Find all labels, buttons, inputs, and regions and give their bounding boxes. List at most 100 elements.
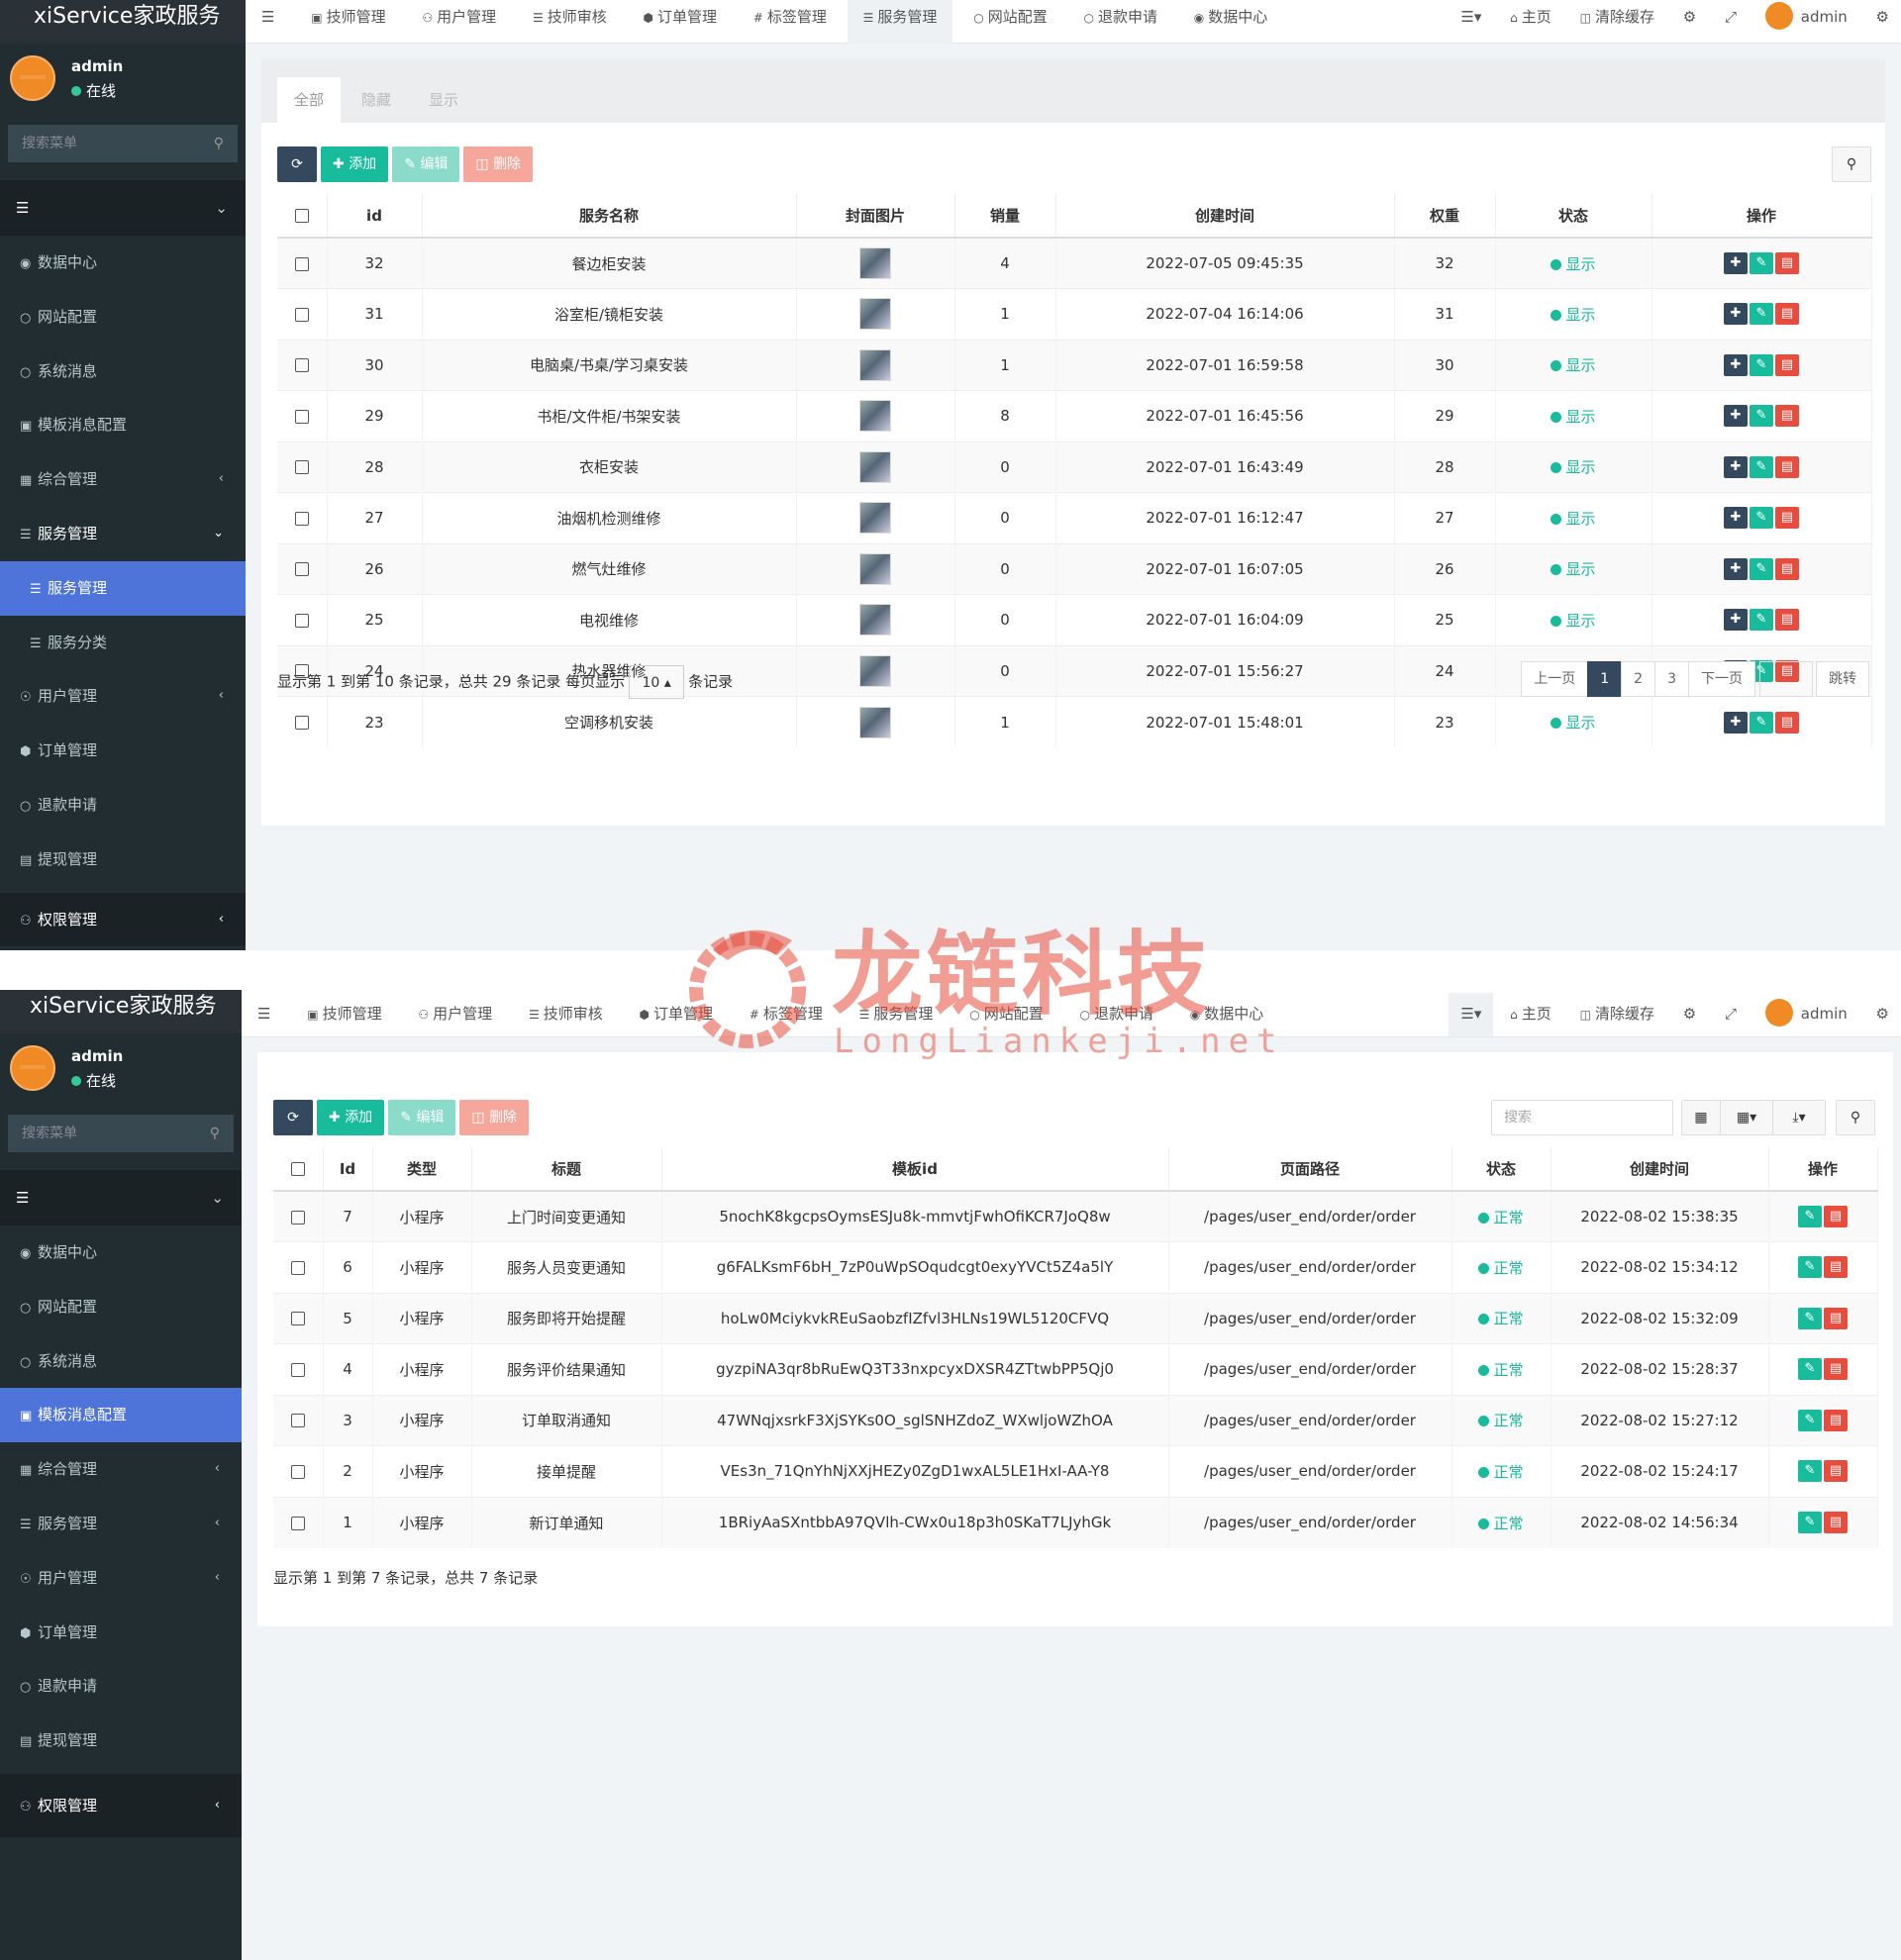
settings-button[interactable]: ⚙ bbox=[1864, 0, 1901, 44]
fullscreen-button[interactable]: ⤢ bbox=[1713, 0, 1749, 44]
status-badge[interactable]: 显示 bbox=[1551, 714, 1595, 732]
edit-row-button[interactable]: ✎ bbox=[1750, 303, 1773, 326]
sidebar-item-refunds[interactable]: ○ 退款申请 bbox=[0, 778, 246, 833]
edit-row-button[interactable]: ✎ bbox=[1750, 405, 1773, 428]
home-link[interactable]: ⌂ 主页 bbox=[1498, 993, 1563, 1036]
jump-button[interactable]: 跳转 bbox=[1816, 661, 1869, 697]
page-size-select[interactable]: 10 ▴ bbox=[629, 665, 685, 699]
sidebar-item-site-config[interactable]: ○ 网站配置 bbox=[0, 290, 246, 344]
toggle-view-button[interactable]: ▦ bbox=[1681, 1100, 1721, 1135]
sidebar-item-site-config[interactable]: ○ 网站配置 bbox=[0, 1280, 242, 1334]
row-checkbox[interactable] bbox=[277, 696, 328, 747]
row-checkbox[interactable] bbox=[277, 237, 328, 289]
status-badge[interactable]: 正常 bbox=[1478, 1412, 1523, 1429]
status-badge[interactable]: 显示 bbox=[1551, 255, 1595, 273]
edit-row-button[interactable]: ✎ bbox=[1798, 1409, 1822, 1431]
jump-page-input[interactable] bbox=[1759, 661, 1813, 697]
delete-row-button[interactable]: ▤ bbox=[1775, 711, 1799, 734]
row-checkbox[interactable] bbox=[273, 1190, 324, 1242]
nav-dropdown[interactable]: ☰▾ bbox=[1449, 0, 1493, 44]
sidebar-item-permissions[interactable]: ⚇ 权限管理 ‹ bbox=[0, 892, 246, 947]
edit-row-button[interactable]: ✎ bbox=[1750, 609, 1773, 632]
add-button[interactable]: ✚ 添加 bbox=[321, 147, 389, 182]
column-header[interactable]: 页面路径 bbox=[1168, 1147, 1452, 1192]
column-header[interactable]: 操作 bbox=[1768, 1147, 1878, 1192]
row-checkbox[interactable] bbox=[277, 594, 328, 645]
column-header[interactable]: 状态 bbox=[1451, 1147, 1551, 1192]
row-checkbox[interactable] bbox=[277, 441, 328, 493]
sidebar-item-permissions[interactable]: ⚇ 权限管理 ‹ bbox=[0, 1773, 242, 1837]
status-badge[interactable]: 正常 bbox=[1478, 1259, 1523, 1277]
edit-row-button[interactable]: ✎ bbox=[1750, 252, 1773, 274]
move-button[interactable]: ✚ bbox=[1724, 353, 1748, 376]
row-checkbox[interactable] bbox=[273, 1292, 324, 1344]
tab-technicians[interactable]: ▣ 技师管理 bbox=[291, 993, 397, 1036]
tab-site-config[interactable]: ○ 网站配置 bbox=[957, 0, 1063, 44]
move-button[interactable]: ✚ bbox=[1724, 507, 1748, 530]
row-checkbox[interactable] bbox=[273, 1496, 324, 1548]
brand-title[interactable]: xiService家政服务 bbox=[0, 990, 242, 1033]
column-header[interactable]: Id bbox=[323, 1147, 373, 1192]
tab-visible[interactable]: 显示 bbox=[412, 77, 475, 123]
column-header[interactable]: 创建时间 bbox=[1055, 194, 1395, 239]
sidebar-item-service-group[interactable]: ☰ 服务管理 ‹ bbox=[0, 1497, 242, 1551]
clear-cache-button[interactable]: ◫ 清除缓存 bbox=[1568, 993, 1666, 1036]
user-menu[interactable]: admin bbox=[1753, 993, 1859, 1036]
edit-row-button[interactable]: ✎ bbox=[1750, 353, 1773, 376]
cover-thumbnail[interactable] bbox=[859, 400, 891, 433]
edit-row-button[interactable]: ✎ bbox=[1798, 1512, 1822, 1533]
cover-thumbnail[interactable] bbox=[859, 706, 891, 738]
edit-row-button[interactable]: ✎ bbox=[1798, 1256, 1822, 1279]
cover-thumbnail[interactable] bbox=[859, 298, 891, 331]
delete-row-button[interactable]: ▤ bbox=[1775, 303, 1799, 326]
edit-button[interactable]: ✎ 编辑 bbox=[392, 147, 460, 182]
column-header[interactable]: 模板id bbox=[661, 1147, 1169, 1192]
delete-row-button[interactable]: ▤ bbox=[1824, 1206, 1848, 1227]
refresh-button[interactable]: ⟳ bbox=[277, 147, 317, 182]
tab-services[interactable]: ☰ 服务管理 bbox=[847, 0, 953, 44]
tab-all[interactable]: 全部 bbox=[277, 77, 341, 123]
status-badge[interactable]: 正常 bbox=[1478, 1515, 1523, 1532]
move-button[interactable]: ✚ bbox=[1724, 557, 1748, 580]
column-header[interactable]: 权重 bbox=[1394, 194, 1496, 239]
sidebar-item-template-config[interactable]: ▣ 模板消息配置 bbox=[0, 1388, 242, 1443]
sidebar-item-withdraw[interactable]: ▤ 提现管理 bbox=[0, 833, 246, 887]
delete-row-button[interactable]: ▤ bbox=[1775, 507, 1799, 530]
sidebar-item-users[interactable]: ☉ 用户管理 ‹ bbox=[0, 1551, 242, 1606]
delete-row-button[interactable]: ▤ bbox=[1775, 609, 1799, 632]
column-header[interactable]: 状态 bbox=[1495, 194, 1652, 239]
row-checkbox[interactable] bbox=[277, 390, 328, 441]
sidebar-item-orders[interactable]: ⬢ 订单管理 bbox=[0, 1606, 242, 1660]
sidebar-item-service[interactable]: ☰ 服务管理 bbox=[0, 560, 246, 616]
tab-dashboard[interactable]: ◉ 数据中心 bbox=[1178, 0, 1284, 44]
sidebar-item-refunds[interactable]: ○ 退款申请 bbox=[0, 1659, 242, 1714]
row-checkbox[interactable] bbox=[277, 339, 328, 391]
settings-button[interactable]: ⚙ bbox=[1864, 993, 1901, 1036]
sidebar-item-general[interactable]: ▦ 综合管理 ‹ bbox=[0, 1442, 242, 1497]
sidebar-item-general[interactable]: ▦ 综合管理 ‹ bbox=[0, 452, 246, 507]
select-all-checkbox[interactable] bbox=[273, 1147, 324, 1192]
column-header[interactable]: 服务名称 bbox=[422, 194, 797, 239]
clear-cache-button[interactable]: ◫ 清除缓存 bbox=[1568, 0, 1666, 44]
move-button[interactable]: ✚ bbox=[1724, 455, 1748, 478]
delete-button[interactable]: ◫ 删除 bbox=[463, 147, 534, 182]
select-all-checkbox[interactable] bbox=[277, 194, 328, 239]
prev-page-button[interactable]: 上一页 bbox=[1521, 661, 1589, 697]
tab-tech-review[interactable]: ☰ 技师审核 bbox=[513, 993, 619, 1036]
move-button[interactable]: ✚ bbox=[1724, 303, 1748, 326]
nav-dropdown[interactable]: ☰▾ bbox=[1449, 993, 1494, 1036]
menu-toggle[interactable]: ☰ ⌄ bbox=[0, 180, 246, 236]
sidebar-item-service-category[interactable]: ☰ 服务分类 bbox=[0, 616, 246, 670]
search-toggle-button[interactable]: ⚲ bbox=[1832, 147, 1871, 182]
column-header[interactable]: 封面图片 bbox=[796, 194, 955, 239]
tab-orders[interactable]: ⬢ 订单管理 bbox=[628, 0, 734, 44]
sidebar-item-orders[interactable]: ⬢ 订单管理 bbox=[0, 724, 246, 778]
edit-row-button[interactable]: ✎ bbox=[1750, 507, 1773, 530]
status-badge[interactable]: 正常 bbox=[1478, 1463, 1523, 1481]
menu-search-input[interactable]: 搜索菜单 ⚲ bbox=[8, 1115, 234, 1152]
edit-row-button[interactable]: ✎ bbox=[1798, 1460, 1822, 1483]
delete-row-button[interactable]: ▤ bbox=[1824, 1358, 1848, 1381]
cover-thumbnail[interactable] bbox=[859, 552, 891, 585]
column-header[interactable]: 销量 bbox=[954, 194, 1056, 239]
cover-thumbnail[interactable] bbox=[859, 247, 891, 279]
